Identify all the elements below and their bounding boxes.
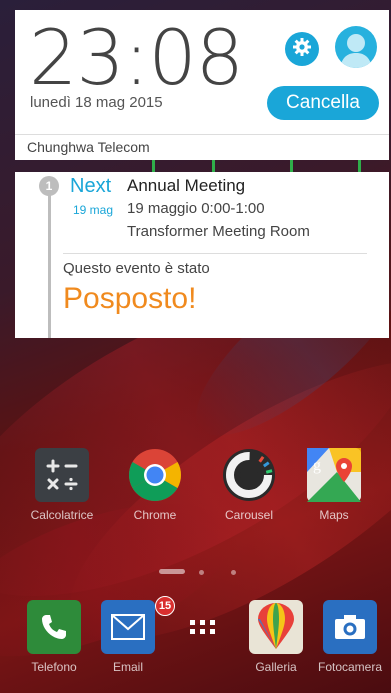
event-card[interactable]: 1 Next 19 mag Annual Meeting 19 maggio 0… — [15, 172, 389, 338]
event-date-short: 19 mag — [73, 203, 114, 217]
settings-button[interactable] — [285, 32, 319, 66]
camera-icon — [323, 600, 377, 654]
dock-app-camera[interactable]: Fotocamera — [310, 600, 390, 674]
app-label: Fotocamera — [317, 660, 383, 674]
email-icon: 15 — [101, 596, 175, 654]
event-status-text: Questo evento è stato — [63, 260, 210, 277]
app-label: Carousel — [224, 508, 274, 522]
app-carousel[interactable]: Carousel — [209, 448, 289, 522]
event-count-badge: 1 — [39, 176, 59, 196]
clock-date: lunedì 18 mag 2015 — [30, 94, 163, 111]
dock-app-drawer[interactable] — [163, 600, 243, 654]
app-label: Calcolatrice — [30, 508, 94, 522]
clock-widget: 23:08 lunedì 18 mag 2015 Cancella — [15, 10, 389, 134]
app-calculator[interactable]: Calcolatrice — [22, 448, 102, 522]
divider — [63, 253, 367, 254]
app-label: Telefono — [31, 660, 77, 674]
gallery-icon — [249, 600, 303, 654]
carrier-label: Chunghwa Telecom — [15, 134, 389, 160]
app-chrome[interactable]: Chrome — [115, 448, 195, 522]
next-label: Next — [70, 175, 112, 197]
chrome-icon — [128, 448, 182, 502]
gear-icon — [292, 37, 312, 62]
event-time: 19 maggio 0:00-1:00 — [127, 200, 265, 217]
event-location: Transformer Meeting Room — [127, 223, 310, 240]
phone-icon — [27, 600, 81, 654]
page-indicator-home — [159, 569, 185, 574]
page-indicator[interactable] — [0, 568, 391, 578]
page-dot — [199, 570, 204, 575]
timeline-line — [48, 186, 51, 338]
cancel-button[interactable]: Cancella — [267, 86, 379, 120]
app-drawer-icon — [176, 600, 230, 654]
calculator-icon — [35, 448, 89, 502]
app-label: Chrome — [133, 508, 177, 522]
user-avatar[interactable] — [335, 26, 377, 68]
carousel-icon — [222, 448, 276, 502]
event-status-value: Posposto! — [63, 282, 197, 315]
clock-time: 23:08 — [29, 13, 244, 102]
person-icon — [340, 34, 372, 68]
dock-app-gallery[interactable]: Galleria — [236, 600, 316, 674]
maps-icon: g — [307, 448, 361, 502]
app-label: Galleria — [255, 660, 297, 674]
page-dot — [231, 570, 236, 575]
svg-text:g: g — [313, 457, 321, 474]
dock-app-phone[interactable]: Telefono — [14, 600, 94, 674]
app-label: Email — [112, 660, 143, 674]
dock-app-email[interactable]: 15 Email — [88, 596, 175, 674]
event-title: Annual Meeting — [127, 176, 246, 195]
app-maps[interactable]: g Maps — [294, 448, 374, 522]
app-label: Maps — [319, 508, 349, 522]
